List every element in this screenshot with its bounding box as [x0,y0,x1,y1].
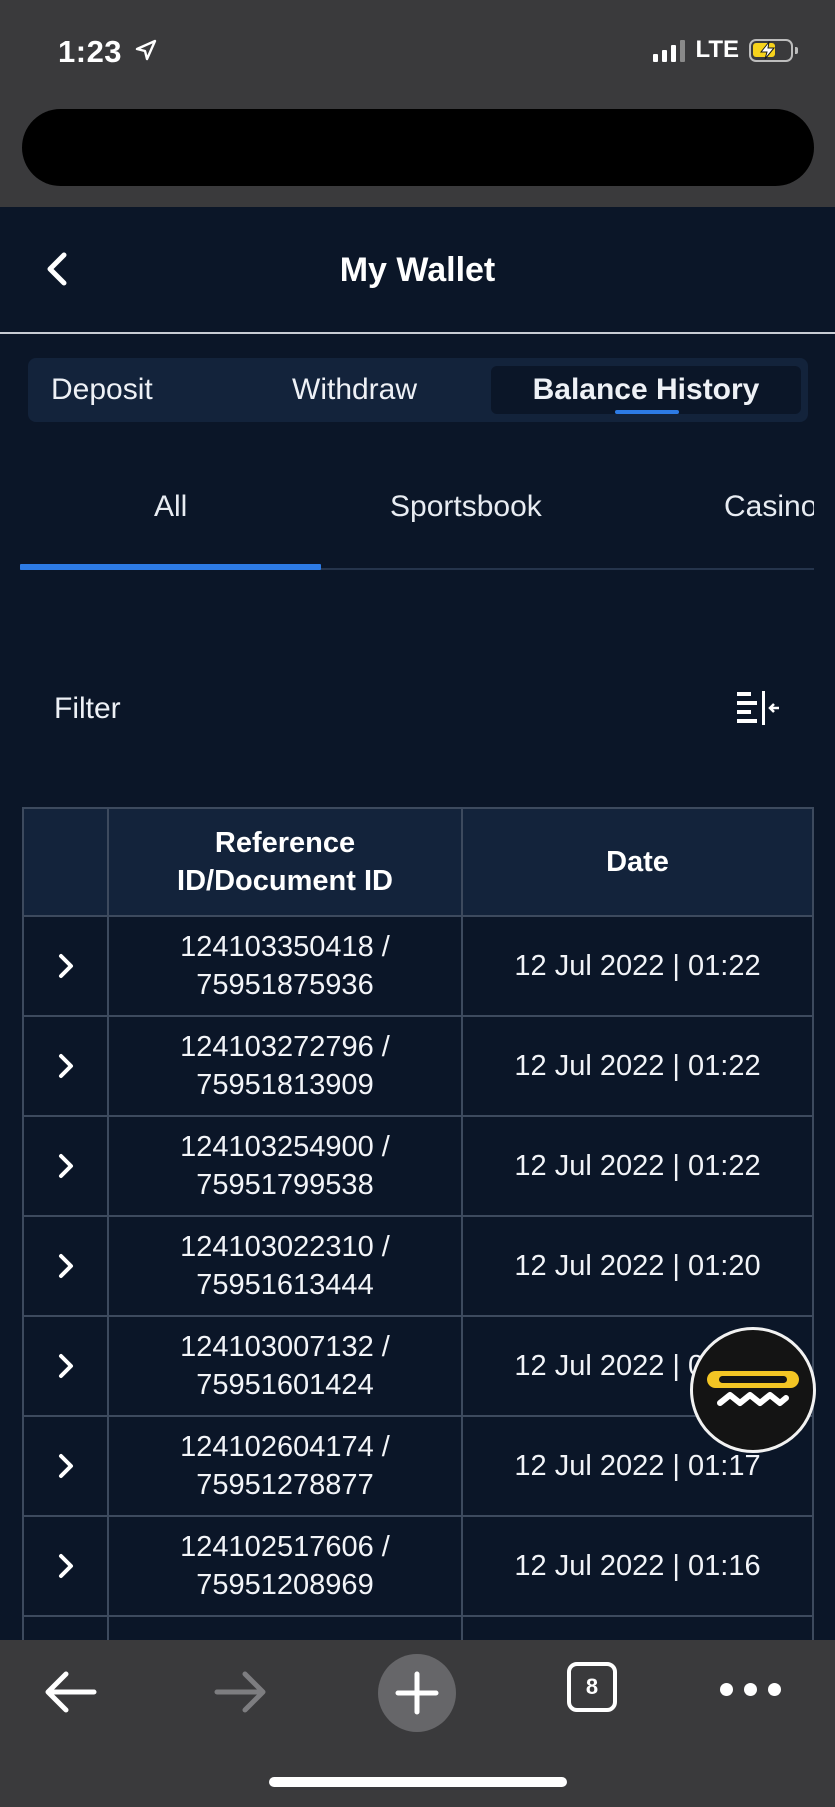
chevron-right-icon [58,1054,73,1078]
browser-forward-button[interactable] [213,1666,269,1723]
chevron-right-icon [58,1454,73,1478]
tab-active-indicator [615,410,679,414]
more-icon[interactable] [720,1683,781,1696]
tab-balance-history[interactable]: Balance History [491,366,801,414]
new-tab-button[interactable] [378,1654,456,1732]
sub-tab-all[interactable]: All [154,490,187,524]
filter-icon [737,691,779,725]
chevron-right-icon [58,954,73,978]
plus-icon [395,1671,439,1715]
chevron-right-icon [58,1254,73,1278]
row-expand-button[interactable] [22,1215,109,1317]
chevron-right-icon [58,1154,73,1178]
chevron-right-icon [58,1354,73,1378]
row-expand-button[interactable] [22,1015,109,1117]
chat-icon [707,1371,799,1406]
status-bar: 1:23 LTE [0,0,835,207]
page-title: My Wallet [339,251,496,289]
wallet-tabs: Deposit Withdraw Balance History [28,358,808,422]
browser-back-button[interactable] [42,1666,98,1723]
status-time: 1:23 [58,34,123,69]
table-row[interactable]: 124103272796 /75951813909 12 Jul 2022 | … [22,1015,814,1117]
row-expand-button[interactable] [22,1515,109,1617]
row-date: 12 Jul 2022 | 01:22 [461,915,814,1017]
row-expand-button[interactable] [22,1415,109,1517]
balance-history-table: Reference ID/Document ID Date 1241033504… [22,807,814,1717]
history-sub-tabs: All Sportsbook Casino [0,460,835,570]
tab-deposit[interactable]: Deposit [51,366,153,414]
table-header-row: Reference ID/Document ID Date [22,807,814,917]
home-indicator [269,1777,567,1787]
row-date: 12 Jul 2022 | 01:22 [461,1015,814,1117]
row-reference: 124103254900 /75951799538 [107,1115,463,1217]
sub-tab-casino[interactable]: Casino [724,490,814,524]
table-header-expand [22,807,109,917]
table-row[interactable]: 124103022310 /75951613444 12 Jul 2022 | … [22,1215,814,1317]
status-indicators: LTE [653,36,798,64]
browser-toolbar: 8 [0,1640,835,1807]
row-date: 12 Jul 2022 | 01:16 [461,1515,814,1617]
row-reference: 124103350418 /75951875936 [107,915,463,1017]
table-header-date: Date [461,807,814,917]
table-header-reference: Reference ID/Document ID [107,807,463,917]
arrow-right-icon [214,1671,266,1713]
filter-label: Filter [54,692,121,725]
page-header: My Wallet [0,207,835,334]
chevron-right-icon [58,1554,73,1578]
signal-icon [653,38,686,62]
row-reference: 124103022310 /75951613444 [107,1215,463,1317]
row-expand-button[interactable] [22,915,109,1017]
row-reference: 124102604174 /75951278877 [107,1415,463,1517]
table-row[interactable]: 124102517606 /75951208969 12 Jul 2022 | … [22,1515,814,1617]
sub-tab-active-indicator [20,564,321,570]
network-label: LTE [695,36,739,63]
filter-toggle-button[interactable] [735,689,781,734]
battery-charging-icon [749,38,798,62]
row-date: 12 Jul 2022 | 01:22 [461,1115,814,1217]
chat-button[interactable] [690,1327,816,1453]
address-bar[interactable] [22,109,814,186]
row-reference: 124103272796 /75951813909 [107,1015,463,1117]
row-date: 12 Jul 2022 | 01:20 [461,1215,814,1317]
sub-tab-sportsbook[interactable]: Sportsbook [390,490,542,524]
tab-withdraw[interactable]: Withdraw [292,366,417,414]
row-reference: 124102517606 /75951208969 [107,1515,463,1617]
row-expand-button[interactable] [22,1315,109,1417]
row-reference: 124103007132 /75951601424 [107,1315,463,1417]
table-row[interactable]: 124103350418 /75951875936 12 Jul 2022 | … [22,915,814,1017]
tabs-icon[interactable]: 8 [567,1662,617,1712]
arrow-left-icon [45,1671,97,1713]
row-expand-button[interactable] [22,1115,109,1217]
location-arrow-icon [134,38,158,67]
table-row[interactable]: 124103254900 /75951799538 12 Jul 2022 | … [22,1115,814,1217]
